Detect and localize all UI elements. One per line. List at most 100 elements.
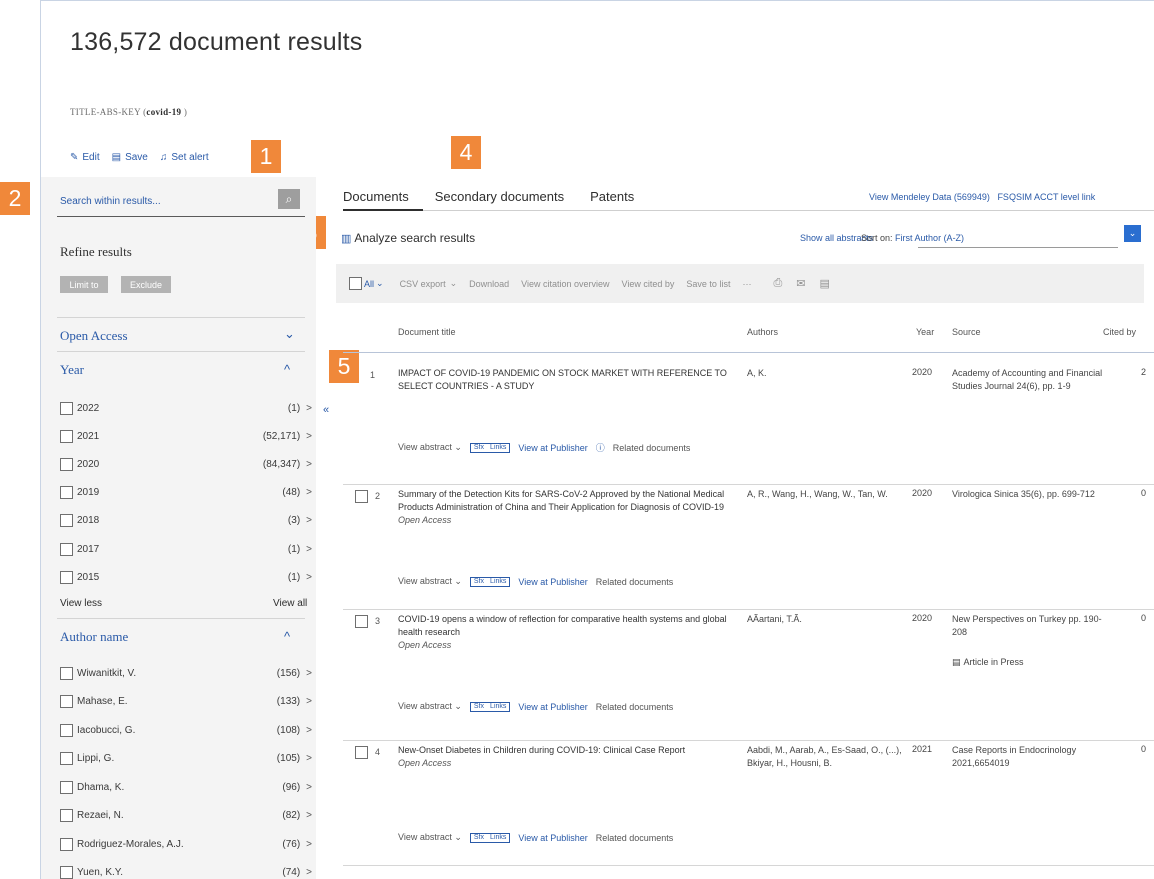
view-abstract-button[interactable]: View abstract ⌄ xyxy=(398,442,462,453)
chevron-up-icon[interactable]: ^ xyxy=(284,362,290,377)
search-within-input[interactable]: Search within results... xyxy=(60,196,300,207)
facet-item[interactable]: Yuen, K.Y. (74) > xyxy=(60,864,312,879)
related-documents-link[interactable]: Related documents xyxy=(613,443,691,453)
document-cited-by[interactable]: 2 xyxy=(1141,367,1146,377)
facet-checkbox[interactable] xyxy=(60,837,73,851)
sfx-links-button[interactable]: Sfx Links xyxy=(469,442,511,453)
document-source[interactable]: Case Reports in Endocrinology 2021,66540… xyxy=(952,744,1112,770)
csv-export-button[interactable]: CSV export xyxy=(400,279,446,289)
email-icon[interactable]: ✉ xyxy=(796,277,805,290)
facet-checkbox[interactable] xyxy=(60,752,73,765)
view-less-link[interactable]: View less xyxy=(60,598,102,609)
facet-item[interactable]: 2018 (3) > xyxy=(60,512,312,530)
facet-checkbox[interactable] xyxy=(60,866,73,879)
facet-checkbox[interactable] xyxy=(60,401,73,415)
facet-item[interactable]: 2021 (52,171) > xyxy=(60,427,312,445)
facet-item[interactable]: Rodriguez-Morales, A.J. (76) > xyxy=(60,835,312,853)
chevron-right-icon[interactable]: > xyxy=(306,572,312,583)
facet-author-name[interactable]: Author name xyxy=(60,629,128,645)
document-authors[interactable]: AÃartani, T.Ã. xyxy=(747,613,907,626)
facet-item[interactable]: 2015 (1) > xyxy=(60,568,312,586)
more-options-button[interactable]: ··· xyxy=(742,279,751,289)
select-all-checkbox[interactable] xyxy=(349,277,362,290)
chevron-right-icon[interactable]: > xyxy=(306,459,312,470)
related-documents-link[interactable]: Related documents xyxy=(596,702,674,712)
view-abstract-button[interactable]: View abstract ⌄ xyxy=(398,832,462,843)
related-documents-link[interactable]: Related documents xyxy=(596,577,674,587)
column-year[interactable]: Year xyxy=(916,327,934,337)
facet-item[interactable]: Rezaei, N. (82) > xyxy=(60,807,312,825)
facet-item[interactable]: 2020 (84,347) > xyxy=(60,455,312,473)
document-title-link[interactable]: Summary of the Detection Kits for SARS-C… xyxy=(398,488,728,527)
facet-open-access[interactable]: Open Access xyxy=(60,328,128,344)
facet-checkbox[interactable] xyxy=(60,570,73,584)
facet-checkbox[interactable] xyxy=(60,429,73,443)
chevron-right-icon[interactable]: > xyxy=(306,725,312,736)
facet-checkbox[interactable] xyxy=(60,457,73,471)
view-at-publisher-link[interactable]: View at Publisher xyxy=(518,443,587,453)
tab-patents[interactable]: Patents xyxy=(590,189,634,204)
document-title-link[interactable]: COVID-19 opens a window of reflection fo… xyxy=(398,613,728,652)
tab-secondary-documents[interactable]: Secondary documents xyxy=(435,189,564,204)
chevron-right-icon[interactable]: > xyxy=(306,515,312,526)
view-at-publisher-link[interactable]: View at Publisher xyxy=(518,702,587,712)
limit-to-button[interactable]: Limit to xyxy=(60,276,108,293)
document-checkbox[interactable] xyxy=(355,490,368,503)
sort-select[interactable]: First Author (A-Z) xyxy=(895,233,964,243)
chevron-right-icon[interactable]: > xyxy=(306,867,312,878)
view-citation-overview-button[interactable]: View citation overview xyxy=(521,279,609,289)
chevron-right-icon[interactable]: > xyxy=(306,544,312,555)
analyze-search-results-link[interactable]: ▥ Analyze search results xyxy=(341,231,475,245)
search-within-button[interactable]: ⌕ xyxy=(278,189,300,209)
facet-item[interactable]: Iacobucci, G. (108) > xyxy=(60,721,312,739)
facet-item[interactable]: 2019 (48) > xyxy=(60,484,312,502)
view-all-link[interactable]: View all xyxy=(273,598,307,609)
facet-year[interactable]: Year xyxy=(60,362,84,378)
view-at-publisher-link[interactable]: View at Publisher xyxy=(518,833,587,843)
facet-checkbox[interactable] xyxy=(60,723,73,737)
facet-item[interactable]: Wiwanitkit, V. (156) > xyxy=(60,664,312,682)
document-authors[interactable]: A, R., Wang, H., Wang, W., Tan, W. xyxy=(747,488,907,501)
sfx-links-button[interactable]: Sfx Links xyxy=(469,576,511,587)
sfx-links-button[interactable]: Sfx Links xyxy=(469,701,511,712)
document-source[interactable]: New Perspectives on Turkey pp. 190-208 xyxy=(952,613,1112,639)
exclude-button[interactable]: Exclude xyxy=(121,276,171,293)
document-authors[interactable]: Aabdi, M., Aarab, A., Es-Saad, O., (...)… xyxy=(747,744,907,770)
document-checkbox[interactable] xyxy=(355,746,368,759)
tab-documents[interactable]: Documents xyxy=(343,189,409,204)
save-to-list-button[interactable]: Save to list xyxy=(686,279,730,289)
view-abstract-button[interactable]: View abstract ⌄ xyxy=(398,576,462,587)
chevron-right-icon[interactable]: > xyxy=(306,431,312,442)
chevron-right-icon[interactable]: > xyxy=(306,487,312,498)
document-source[interactable]: Academy of Accounting and Financial Stud… xyxy=(952,367,1112,393)
document-source[interactable]: Virologica Sinica 35(6), pp. 699-712 xyxy=(952,488,1112,501)
facet-checkbox[interactable] xyxy=(60,666,73,680)
facet-checkbox[interactable] xyxy=(60,514,73,528)
document-checkbox[interactable] xyxy=(355,615,368,628)
edit-button[interactable]: ✎ Edit xyxy=(70,152,100,163)
column-document-title[interactable]: Document title xyxy=(398,327,456,337)
document-cited-by[interactable]: 0 xyxy=(1141,744,1146,754)
info-icon[interactable]: ⓘ xyxy=(596,441,605,454)
print-icon[interactable]: ⎙ xyxy=(773,277,782,290)
fsqsim-link[interactable]: FSQSIM ACCT level link xyxy=(997,192,1095,202)
collapse-sidebar-icon[interactable]: « xyxy=(323,404,329,416)
chevron-right-icon[interactable]: > xyxy=(306,668,312,679)
column-cited-by[interactable]: Cited by xyxy=(1103,327,1136,337)
view-abstract-button[interactable]: View abstract ⌄ xyxy=(398,701,462,712)
select-all-dropdown[interactable]: All xyxy=(364,279,374,289)
facet-item[interactable]: 2017 (1) > xyxy=(60,540,312,558)
chevron-up-icon[interactable]: ^ xyxy=(284,629,290,644)
column-source[interactable]: Source xyxy=(952,327,981,337)
bibliography-icon[interactable]: ▤ xyxy=(819,277,829,290)
document-authors[interactable]: A, K. xyxy=(747,367,907,380)
facet-item[interactable]: Dhama, K. (96) > xyxy=(60,778,312,796)
chevron-right-icon[interactable]: > xyxy=(306,839,312,850)
view-cited-by-button[interactable]: View cited by xyxy=(622,279,675,289)
sort-dropdown-button[interactable]: ⌄ xyxy=(1124,225,1141,242)
chevron-down-icon[interactable]: ⌄ xyxy=(450,278,458,289)
chevron-down-icon[interactable]: ⌄ xyxy=(284,326,295,342)
chevron-right-icon[interactable]: > xyxy=(306,696,312,707)
document-cited-by[interactable]: 0 xyxy=(1141,488,1146,498)
chevron-right-icon[interactable]: > xyxy=(306,403,312,414)
